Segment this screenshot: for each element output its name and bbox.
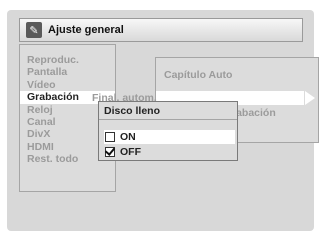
- settings-screen: ✎ Ajuste general Reproduc. Pantalla Víde…: [7, 10, 319, 231]
- option-off[interactable]: OFF: [104, 145, 235, 159]
- wrench-icon: ✎: [26, 22, 42, 38]
- menu-item-pantalla[interactable]: Pantalla: [20, 66, 115, 78]
- menu-item-reproduc[interactable]: Reproduc.: [20, 54, 115, 66]
- checkbox-on[interactable]: [105, 132, 115, 142]
- checkbox-off-checked[interactable]: [105, 147, 115, 157]
- option-off-label: OFF: [120, 146, 141, 158]
- menu-item-video[interactable]: Vídeo: [20, 79, 115, 91]
- arrow-right-icon: [305, 91, 315, 105]
- option-on[interactable]: ON: [104, 130, 235, 144]
- submenu-item-capitulo-auto[interactable]: Capítulo Auto: [164, 69, 232, 81]
- popup-title: Disco lleno: [99, 102, 237, 120]
- submenu-item-grabacion[interactable]: rabación: [232, 107, 276, 119]
- disc-full-popup: Disco lleno ON OFF: [98, 101, 238, 161]
- page-title: Ajuste general: [48, 24, 124, 36]
- header-bar: ✎ Ajuste general: [19, 18, 303, 42]
- option-on-label: ON: [120, 131, 136, 143]
